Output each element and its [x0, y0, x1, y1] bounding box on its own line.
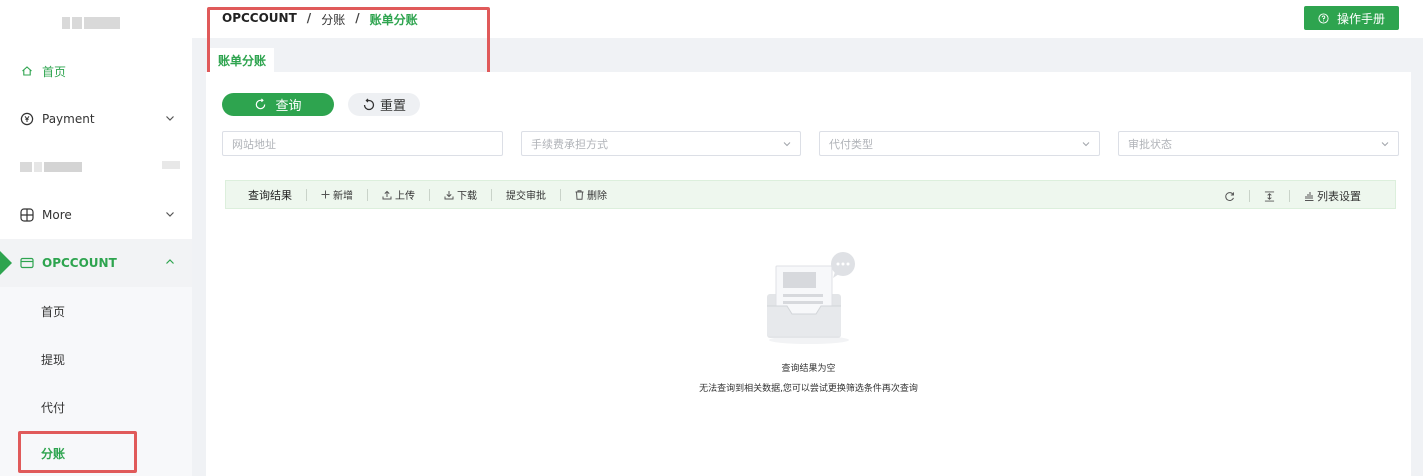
blurred-label: [20, 161, 180, 172]
sidebar-item-payment[interactable]: Payment: [0, 95, 192, 143]
results-title: 查询结果: [248, 188, 292, 202]
approval-status-select[interactable]: 审批状态: [1118, 131, 1399, 156]
divider: [306, 188, 307, 201]
manual-button[interactable]: 操作手册: [1304, 6, 1399, 30]
empty-subtitle: 无法查询到相关数据,您可以尝试更换筛选条件再次查询: [699, 384, 918, 394]
payout-type-select[interactable]: 代付类型: [819, 131, 1100, 156]
reset-button-label: 重置: [379, 99, 406, 114]
upload-icon: [382, 190, 392, 199]
fee-bearer-select[interactable]: 手续费承担方式: [521, 131, 801, 156]
highlight-box: [207, 7, 490, 75]
field-placeholder: 手续费承担方式: [531, 137, 608, 151]
divider: [1289, 190, 1290, 202]
empty-title: 查询结果为空: [781, 364, 836, 374]
trash-icon: [575, 189, 584, 200]
yen-coin-icon: [20, 112, 34, 126]
column-settings-button[interactable]: 列表设置: [1304, 188, 1361, 204]
divider: [560, 188, 561, 201]
sidebar-subitem-payout[interactable]: 代付: [0, 383, 192, 431]
sidebar-subitem-label: 首页: [41, 304, 66, 319]
grid-icon: [20, 208, 34, 222]
divider: [367, 188, 368, 201]
delete-button[interactable]: 删除: [575, 187, 607, 202]
toolbar-right-actions: 列表设置: [1224, 188, 1361, 204]
reset-button[interactable]: 重置: [348, 93, 420, 116]
sidebar: 首页 Payment More OPCCOUNT 首页 提现 代付 分账: [0, 0, 192, 476]
logo: [62, 14, 128, 29]
chevron-down-icon: [1381, 142, 1389, 147]
query-button[interactable]: 查询: [222, 93, 334, 116]
chevron-down-icon: [1082, 142, 1090, 147]
home-icon: [20, 64, 34, 78]
empty-inbox-icon: [767, 252, 855, 344]
main-area: OPCCOUNT / 分账 / 账单分账 操作手册 账单分账 查询 重置 网站地…: [192, 0, 1423, 476]
results-toolbar: 查询结果 新增 上传 下载 提交审批 删除 列表设置: [225, 180, 1396, 209]
download-icon: [444, 190, 454, 199]
sidebar-item-label: More: [42, 208, 72, 222]
sidebar-subitem-label: 代付: [41, 400, 66, 415]
submit-approval-button[interactable]: 提交审批: [506, 187, 546, 202]
sidebar-item-label: 首页: [42, 64, 67, 79]
chevron-up-icon: [164, 256, 176, 268]
sidebar-item-opccount[interactable]: OPCCOUNT: [0, 239, 192, 287]
website-input[interactable]: 网站地址: [222, 131, 503, 156]
divider: [429, 188, 430, 201]
bar-chart-icon: [1305, 192, 1314, 201]
download-button[interactable]: 下载: [444, 187, 477, 202]
card-icon: [20, 256, 34, 270]
sidebar-item-blurred[interactable]: [0, 143, 192, 191]
chevron-down-icon: [783, 142, 791, 147]
chevron-down-icon: [164, 208, 176, 220]
chevron-down-icon: [164, 112, 176, 124]
refresh-icon[interactable]: [1224, 191, 1235, 202]
highlight-box: [18, 431, 137, 473]
field-placeholder: 代付类型: [829, 137, 873, 151]
field-placeholder: 审批状态: [1128, 137, 1172, 151]
sidebar-item-label: OPCCOUNT: [42, 256, 117, 270]
delete-button-label: 删除: [587, 191, 607, 202]
add-button-label: 新增: [333, 191, 353, 202]
add-button[interactable]: 新增: [321, 187, 353, 202]
reset-icon: [363, 98, 375, 110]
active-marker: [0, 251, 12, 275]
sidebar-item-label: Payment: [42, 112, 95, 126]
upload-button-label: 上传: [395, 191, 415, 202]
upload-button[interactable]: 上传: [382, 187, 415, 202]
sidebar-item-home[interactable]: 首页: [0, 47, 192, 95]
content-panel: 查询 重置 网站地址 手续费承担方式 代付类型 审批状态 查询结果 新增 上传 …: [206, 72, 1411, 476]
help-circle-icon: [1318, 12, 1329, 24]
sidebar-subitem-home[interactable]: 首页: [0, 287, 192, 335]
divider: [491, 188, 492, 201]
density-icon[interactable]: [1264, 190, 1275, 202]
manual-button-label: 操作手册: [1336, 11, 1385, 26]
sidebar-subitem-label: 提现: [41, 352, 66, 367]
field-placeholder: 网站地址: [232, 137, 276, 151]
submit-approval-label: 提交审批: [506, 191, 546, 202]
query-button-label: 查询: [275, 99, 302, 114]
sidebar-item-more[interactable]: More: [0, 191, 192, 239]
sidebar-subitem-withdraw[interactable]: 提现: [0, 335, 192, 383]
plus-icon: [321, 190, 330, 199]
column-settings-label: 列表设置: [1317, 190, 1361, 203]
app: 首页 Payment More OPCCOUNT 首页 提现 代付 分账 OPC…: [0, 0, 1423, 476]
divider: [1249, 190, 1250, 202]
refresh-search-icon: [256, 98, 266, 110]
download-button-label: 下载: [457, 191, 477, 202]
